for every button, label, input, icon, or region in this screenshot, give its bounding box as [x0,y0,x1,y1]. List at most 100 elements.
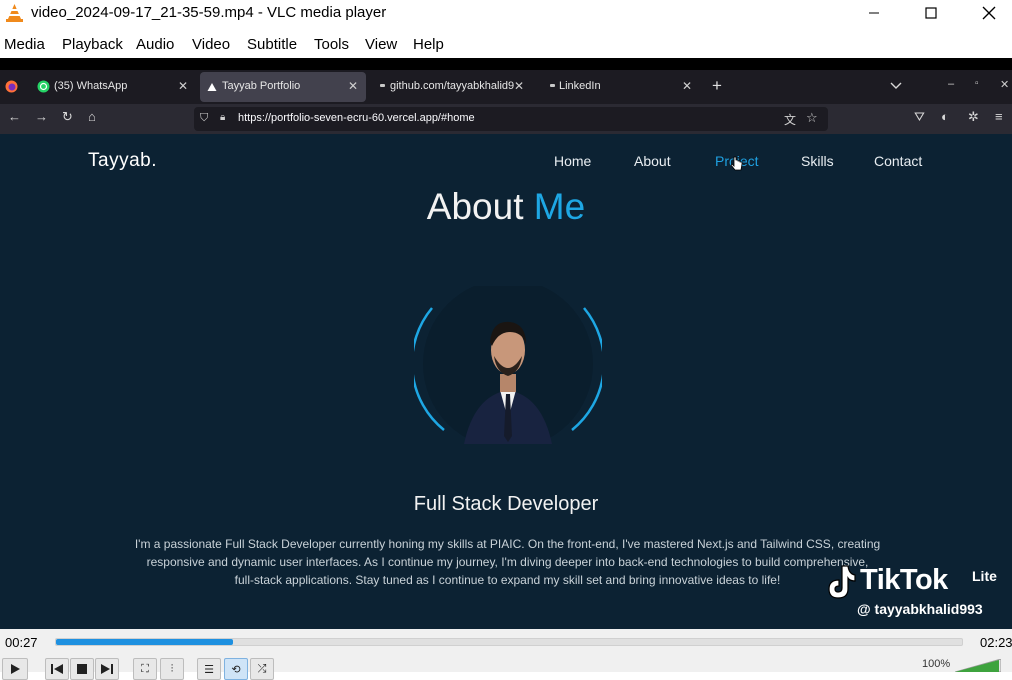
browser-close-icon[interactable]: ✕ [1000,78,1009,91]
loop-icon: ⟲ [231,663,241,676]
translate-icon[interactable]: 文 [784,111,796,128]
shield-icon[interactable]: ⛉ [200,112,208,125]
home-icon[interactable]: ⌂ [88,109,96,124]
tiktok-lite-label: Lite [972,568,997,584]
lock-icon[interactable]: 🔒︎ [220,112,225,123]
extended-settings-button[interactable]: ⫶ [160,658,184,680]
shuffle-button[interactable]: ⤮ [250,658,274,680]
maximize-button[interactable] [902,0,960,26]
total-time: 02:23 [980,635,1012,650]
tiktok-brand: TikTok [860,564,948,596]
maximize-icon [925,7,937,19]
extensions-icon[interactable]: ✲ [968,109,979,125]
playlist-button[interactable]: ☰ [197,658,221,680]
bio-line: responsive and dynamic user interfaces. … [146,555,869,569]
tab-linkedin[interactable]: LinkedIn ✕ [540,72,700,102]
vercel-icon [207,83,217,91]
stop-button[interactable] [70,658,94,680]
heading-text: About [426,186,534,227]
tab-label: Tayyab Portfolio [222,80,301,92]
seek-area: 00:27 02:23 [0,629,1012,654]
back-icon[interactable]: ← [8,109,21,124]
pocket-icon[interactable]: ⛛ [914,109,925,125]
reload-icon[interactable]: ↻ [62,109,73,125]
tab-label: LinkedIn [559,80,601,92]
firefox-icon[interactable] [5,80,18,93]
volume-slider[interactable] [955,659,1001,672]
next-icon [101,664,113,674]
tab-close-icon[interactable]: ✕ [514,79,524,93]
play-button[interactable] [2,658,28,680]
address-url[interactable]: https://portfolio-seven-ecru-60.vercel.a… [238,112,475,124]
nav-about[interactable]: About [634,153,671,169]
site-brand[interactable]: Tayyab. [88,150,157,172]
tiktok-handle: @ tayyabkhalid993 [857,601,983,617]
forward-icon[interactable]: → [35,109,48,124]
volume-level: 100% [922,658,951,670]
tab-close-icon[interactable]: ✕ [178,79,188,93]
role-title: Full Stack Developer [413,493,599,515]
tab-close-icon[interactable]: ✕ [348,79,358,93]
window-title: video_2024-09-17_21-35-59.mp4 - VLC medi… [31,4,387,21]
equalizer-icon: ⫶ [170,662,174,675]
portfolio-page: Tayyab. Home About Project Skills Contac… [0,134,1012,629]
previous-icon [51,664,63,674]
nav-contact[interactable]: Contact [874,153,922,169]
tab-tayyab-portfolio[interactable]: Tayyab Portfolio ✕ [200,72,366,102]
menu-playback[interactable]: Playback [62,36,123,53]
tab-github[interactable]: github.com/tayyabkhalid9 ✕ [372,72,532,102]
address-bar[interactable]: ⛉ 🔒︎ https://portfolio-seven-ecru-60.ver… [194,107,828,131]
shuffle-icon: ⤮ [257,662,267,675]
seek-slider[interactable] [55,638,963,646]
close-button[interactable] [960,0,1012,26]
bio-line: I'm a passionate Full Stack Developer cu… [134,537,881,551]
profile-avatar [414,286,602,444]
video-frame[interactable]: (35) WhatsApp ✕ Tayyab Portfolio ✕ githu… [0,58,1012,629]
vlc-cone-icon [6,4,23,22]
fullscreen-icon: ⛶ [141,662,149,675]
menu-media[interactable]: Media [4,36,45,53]
minimize-button[interactable] [845,0,903,26]
browser-nav-bar: ← → ↻ ⌂ ⛉ 🔒︎ https://portfolio-seven-ecr… [0,104,1012,134]
menu-help[interactable]: Help [413,36,444,53]
menu-video[interactable]: Video [192,36,230,53]
elapsed-time: 00:27 [5,635,38,650]
playback-controls: ⛶ ⫶ ☰ ⟲ ⤮ 100% [0,654,1012,680]
menu-tools[interactable]: Tools [314,36,349,53]
whatsapp-icon [37,80,50,93]
play-icon [11,664,20,674]
tab-whatsapp[interactable]: (35) WhatsApp ✕ [30,72,196,102]
browser-tab-strip: (35) WhatsApp ✕ Tayyab Portfolio ✕ githu… [0,70,1012,104]
tab-label: (35) WhatsApp [54,80,128,92]
heading-accent: Me [533,186,586,227]
hamburger-menu-icon[interactable]: ≡ [995,109,1003,124]
section-heading: About Me [0,186,1012,228]
seek-progress [56,639,233,645]
loop-button[interactable]: ⟲ [224,658,248,680]
bio-paragraph: I'm a passionate Full Stack Developer cu… [90,535,925,589]
close-icon [982,6,996,20]
browser-restore-icon[interactable]: ▫ [975,78,979,89]
tab-close-icon[interactable]: ✕ [682,79,692,93]
playlist-icon: ☰ [204,663,214,676]
tiktok-watermark: TikTok Lite @ tayyabkhalid993 [820,564,1010,624]
fullscreen-button[interactable]: ⛶ [133,658,157,680]
menu-audio[interactable]: Audio [136,36,174,53]
nav-home[interactable]: Home [554,153,591,169]
browser-minimize-icon[interactable]: – [948,78,954,90]
account-icon[interactable]: ◐ [941,109,949,124]
next-button[interactable] [95,658,119,680]
nav-skills[interactable]: Skills [801,153,834,169]
bookmark-star-icon[interactable]: ☆ [806,110,818,126]
previous-button[interactable] [45,658,69,680]
dot-icon [550,84,555,87]
stop-icon [77,664,87,674]
tab-label: github.com/tayyabkhalid9 [390,80,515,92]
dot-icon [380,84,385,87]
tiktok-note-icon [828,565,856,599]
menu-view[interactable]: View [365,36,397,53]
chevron-down-icon[interactable] [890,81,902,91]
menu-subtitle[interactable]: Subtitle [247,36,297,53]
menu-bar: Media Playback Audio Video Subtitle Tool… [0,32,1012,58]
new-tab-icon[interactable]: + [712,76,722,96]
